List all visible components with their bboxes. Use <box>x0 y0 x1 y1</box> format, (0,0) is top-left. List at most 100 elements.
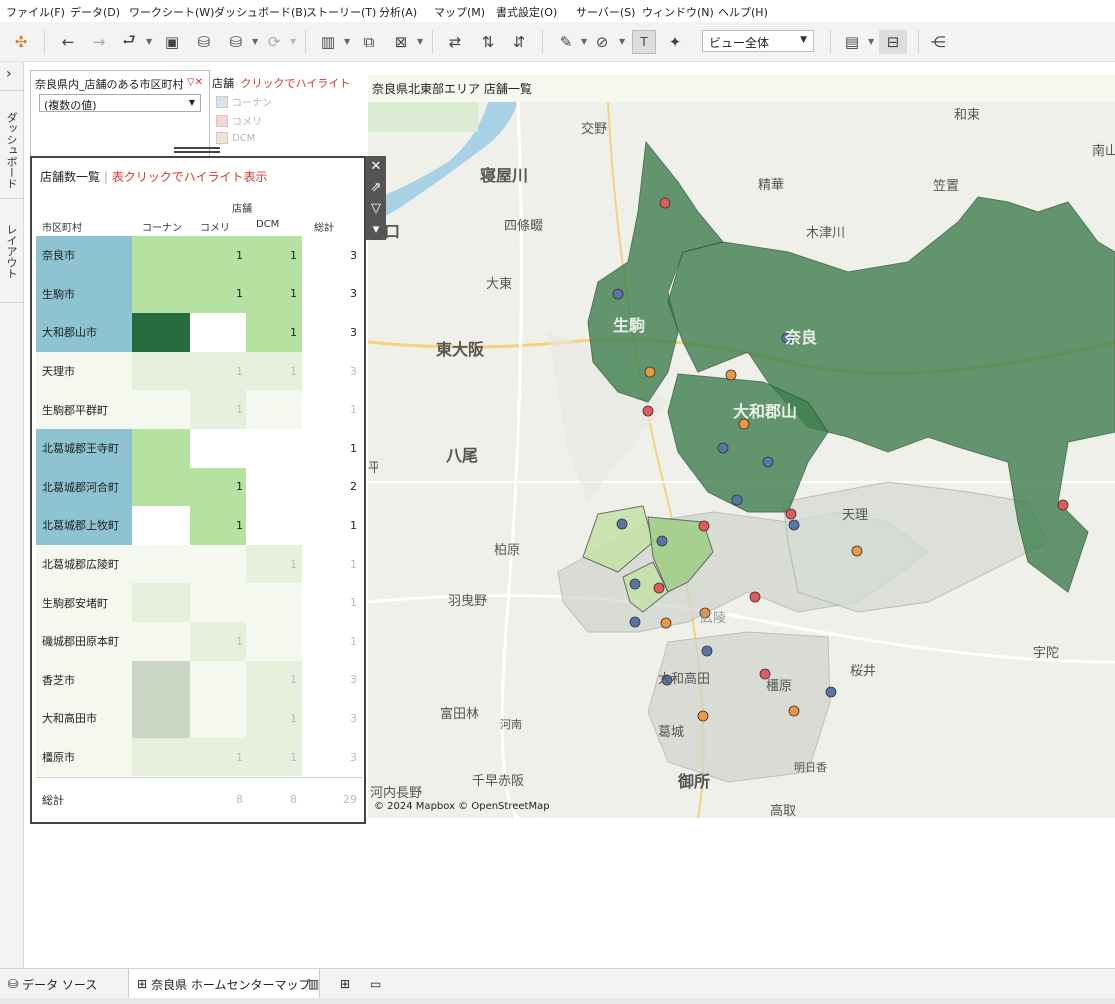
highlight-icon[interactable]: ✎ <box>554 30 578 54</box>
map-view[interactable]: 交野 寝屋川 四條畷 守口 大東 東大阪 八尾 平野 精華 木津川 笠置 和束 … <box>368 102 1115 818</box>
table-cell[interactable]: 3 <box>304 699 362 738</box>
table-cell[interactable]: 1 <box>246 660 302 700</box>
store-marker[interactable] <box>788 519 800 531</box>
redo-icon[interactable]: → <box>87 30 111 54</box>
total-cell[interactable]: 8 <box>190 780 248 819</box>
store-marker[interactable] <box>717 442 729 454</box>
show-me-icon[interactable]: ▤ <box>840 30 864 54</box>
chevron-down-icon[interactable]: ▼ <box>146 37 152 46</box>
table-cell[interactable]: 1 <box>246 236 302 275</box>
clear-sheet-icon[interactable]: ⊠ <box>389 30 413 54</box>
table-cell[interactable]: 1 <box>304 506 362 545</box>
chevron-down-icon[interactable]: ▼ <box>417 37 423 46</box>
tableau-logo-icon[interactable]: ✣ <box>9 30 33 54</box>
menu-map[interactable]: マップ(M) <box>434 4 485 20</box>
store-marker[interactable] <box>1057 499 1069 511</box>
table-cell[interactable]: 1 <box>304 429 362 468</box>
table-cell[interactable]: 1 <box>304 583 362 622</box>
replay-icon[interactable]: ⮐ <box>117 30 141 54</box>
store-marker[interactable] <box>659 197 671 209</box>
table-cell[interactable]: 1 <box>246 274 302 314</box>
store-marker[interactable] <box>644 366 656 378</box>
chevron-down-icon[interactable]: ▼ <box>581 37 587 46</box>
menu-window[interactable]: ウィンドウ(N) <box>642 4 714 20</box>
new-worksheet-icon[interactable]: ▥ <box>316 30 340 54</box>
menu-analysis[interactable]: 分析(A) <box>379 4 417 20</box>
store-marker[interactable] <box>656 535 668 547</box>
table-cell[interactable] <box>190 429 248 468</box>
save-icon[interactable]: ▣ <box>160 30 184 54</box>
table-row-header[interactable]: 北葛城郡河合町 <box>36 467 132 507</box>
table-cell[interactable] <box>190 583 248 622</box>
table-cell[interactable]: 1 <box>246 699 302 738</box>
swap-axes-icon[interactable]: ⇄ <box>443 30 467 54</box>
table-cell[interactable]: 1 <box>304 390 362 429</box>
table-row-header[interactable]: 北葛城郡王寺町 <box>36 429 132 468</box>
attach-icon[interactable]: ⊘ <box>590 30 614 54</box>
table-row-header[interactable]: 北葛城郡上牧町 <box>36 506 132 545</box>
new-dashboard-button[interactable]: ⊞ <box>332 969 358 999</box>
table-cell[interactable]: 3 <box>304 274 362 314</box>
sort-ascending-icon[interactable]: ⇅ <box>476 30 500 54</box>
new-story-button[interactable]: ▭ <box>362 969 389 999</box>
pin-icon[interactable]: ✦ <box>663 30 687 54</box>
table-cell[interactable]: 3 <box>304 313 362 352</box>
close-icon[interactable]: ✕ <box>366 156 386 177</box>
column-header[interactable]: 総計 <box>314 219 334 234</box>
table-cell[interactable]: 2 <box>304 467 362 507</box>
tab-dashboard[interactable]: ダッシュボード <box>3 112 19 189</box>
share-icon[interactable]: ⋲ <box>926 30 950 54</box>
table-cell[interactable]: 3 <box>304 660 362 700</box>
table-cell[interactable]: 1 <box>246 351 302 391</box>
show-labels-icon[interactable]: T <box>632 30 656 54</box>
store-marker[interactable] <box>697 710 709 722</box>
store-marker[interactable] <box>653 582 665 594</box>
table-row-header[interactable]: 橿原市 <box>36 737 132 777</box>
legend-item-konan[interactable]: コーナン <box>216 94 272 109</box>
sort-descending-icon[interactable]: ⇵ <box>507 30 531 54</box>
table-cell[interactable]: 1 <box>190 467 248 507</box>
chevron-down-icon[interactable]: ▼ <box>252 37 258 46</box>
table-row-header[interactable]: 大和高田市 <box>36 699 132 738</box>
menu-data[interactable]: データ(D) <box>70 4 120 20</box>
table-cell[interactable]: 3 <box>304 737 362 777</box>
table-cell[interactable]: 1 <box>190 236 248 275</box>
presentation-mode-icon[interactable]: ⊟ <box>879 30 907 54</box>
table-cell[interactable] <box>190 660 248 700</box>
store-marker[interactable] <box>612 288 624 300</box>
more-options-icon[interactable]: ▾ <box>366 219 386 240</box>
table-cell[interactable]: 1 <box>190 737 248 777</box>
menu-server[interactable]: サーバー(S) <box>576 4 635 20</box>
view-fit-select[interactable]: ビュー全体 ▼ <box>702 30 814 52</box>
menu-story[interactable]: ストーリー(T) <box>306 4 376 20</box>
table-cell[interactable]: 3 <box>304 236 362 275</box>
table-cell[interactable]: 1 <box>190 351 248 391</box>
pause-update-icon[interactable]: ⛁ <box>224 30 248 54</box>
table-row-header[interactable]: 香芝市 <box>36 660 132 700</box>
store-marker[interactable] <box>785 508 797 520</box>
table-cell[interactable] <box>246 622 302 661</box>
filter-dropdown[interactable]: (複数の値) ▼ <box>39 94 201 112</box>
table-cell[interactable]: 3 <box>304 351 362 391</box>
table-row-header[interactable]: 北葛城郡広陵町 <box>36 544 132 584</box>
region-tenri-dimmed[interactable] <box>782 481 1049 613</box>
expand-panel-icon[interactable]: › <box>6 66 12 82</box>
table-row-header[interactable]: 生駒郡安堵町 <box>36 583 132 622</box>
table-cell[interactable]: 1 <box>304 622 362 661</box>
store-marker[interactable] <box>629 616 641 628</box>
column-header[interactable]: DCM <box>256 219 279 230</box>
tab-dashboard-sheet[interactable]: ⊞ 奈良県 ホームセンターマップ <box>128 969 320 999</box>
duplicate-sheet-icon[interactable]: ⧉ <box>357 30 381 54</box>
store-marker[interactable] <box>642 405 654 417</box>
table-cell[interactable]: 1 <box>190 390 248 429</box>
table-cell[interactable]: 1 <box>246 313 302 352</box>
new-worksheet-button[interactable]: ▥ <box>300 969 327 999</box>
table-cell[interactable]: 1 <box>304 544 362 584</box>
table-cell[interactable] <box>190 313 248 352</box>
table-cell[interactable]: 1 <box>190 274 248 314</box>
table-cell[interactable]: 1 <box>190 506 248 545</box>
open-external-icon[interactable]: ⇗ <box>366 177 386 198</box>
tab-data-source[interactable]: ⛁ データ ソース <box>0 969 105 999</box>
store-marker[interactable] <box>616 518 628 530</box>
tab-layout[interactable]: レイアウト <box>3 224 19 279</box>
